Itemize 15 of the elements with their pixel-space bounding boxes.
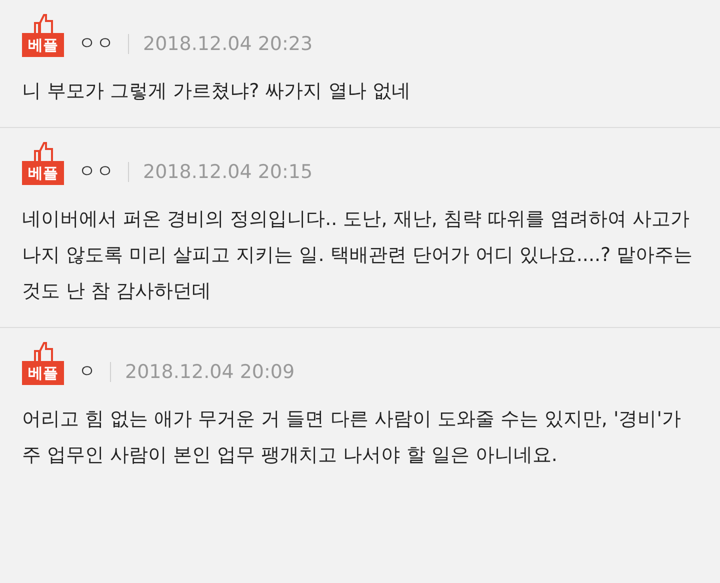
author-name: ㅇ: [78, 360, 96, 384]
best-badge: 베플: [22, 161, 64, 185]
author-name: ㅇㅇ: [78, 160, 114, 184]
best-badge: 베플: [22, 33, 64, 57]
comment-date: 2018.12.04 20:23: [143, 32, 313, 57]
comment-date: 2018.12.04 20:15: [143, 160, 313, 185]
comment-text: 어리고 힘 없는 애가 무거운 거 들면 다른 사람이 도와줄 수는 있지만, '경비'가 주 업무인 사람이 본인 업무 팽개치고 나서야 할 일은 아니네요.: [22, 407, 682, 468]
comment-text: 네이버에서 퍼온 경비의 정의입니다.. 도난, 재난, 침략 따위를 염려하여 사고가 나지 않도록 미리 살피고 지키는 일. 택배관련 단어가 어디 있나요....? 맡아주는것도 난 참 감사하던데: [22, 207, 694, 304]
thumbs-up-icon: [32, 14, 54, 34]
comment-text: 니 부모가 그렇게 가르쳤냐? 싸가지 열나 없네: [22, 79, 412, 104]
best-badge: 베플: [22, 361, 64, 385]
comment-date: 2018.12.04 20:09: [125, 360, 295, 385]
thumbs-up-icon: [32, 142, 54, 162]
author-name: ㅇㅇ: [78, 32, 114, 56]
thumbs-up-icon: [32, 342, 54, 362]
